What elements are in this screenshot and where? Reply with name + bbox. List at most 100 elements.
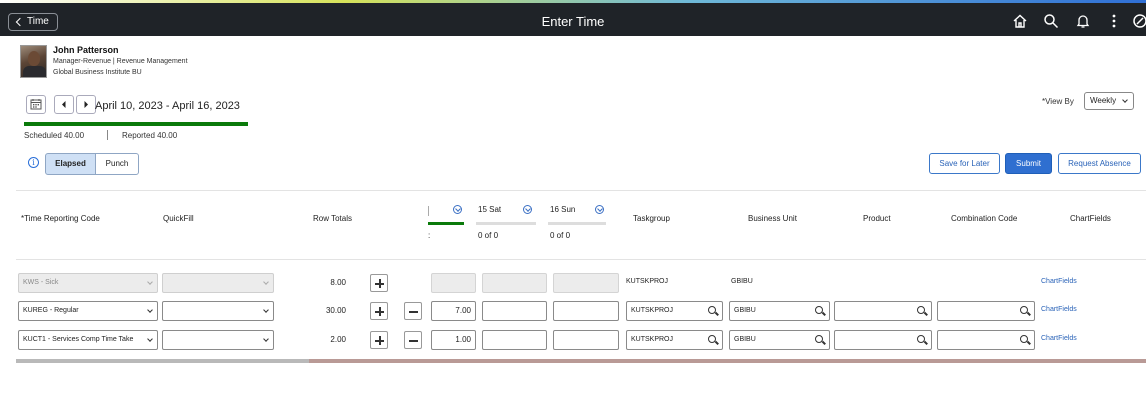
home-icon[interactable] <box>1012 13 1028 29</box>
divider <box>16 190 1146 191</box>
hours-input[interactable]: 1.00 <box>431 330 476 350</box>
business-unit-value: GBIBU <box>731 278 753 285</box>
column-header-quickfill: QuickFill <box>163 214 194 223</box>
column-header-combination-code: Combination Code <box>951 214 1018 223</box>
chevron-down-icon <box>1122 97 1128 103</box>
delete-row-button[interactable] <box>404 302 422 320</box>
day-column-edge <box>428 206 429 216</box>
taskgroup-value: KUTSKPROJ <box>631 307 674 314</box>
column-header-row-totals: Row Totals <box>313 214 352 223</box>
column-header-product: Product <box>863 214 891 223</box>
trc-value: KUCT1 - Services Comp Time Take <box>23 336 134 343</box>
business-unit-lookup[interactable]: GBIBU <box>729 330 830 350</box>
employee-role: Manager-Revenue | Revenue Management <box>53 58 188 65</box>
add-row-button[interactable] <box>370 302 388 320</box>
chartfields-link[interactable]: ChartFields <box>1041 278 1077 285</box>
day-progress <box>476 222 536 225</box>
hours-input[interactable] <box>553 330 619 350</box>
avatar <box>20 45 47 78</box>
chartfields-link[interactable]: ChartFields <box>1041 306 1077 313</box>
previous-period-button[interactable] <box>54 95 74 114</box>
chevron-down-icon <box>263 336 269 342</box>
hours-input <box>431 273 476 293</box>
combination-code-lookup[interactable] <box>937 330 1035 350</box>
search-icon[interactable] <box>1020 306 1028 314</box>
taskgroup-lookup[interactable]: KUTSKPROJ <box>626 330 723 350</box>
caret-left-icon <box>62 101 66 108</box>
hours-input[interactable]: 7.00 <box>431 301 476 321</box>
info-icon[interactable]: i <box>28 157 39 168</box>
chevron-down-icon <box>263 307 269 313</box>
search-icon[interactable] <box>917 335 925 343</box>
add-row-button[interactable] <box>370 331 388 349</box>
day-expand-icon[interactable] <box>523 205 532 214</box>
hours-input[interactable] <box>482 301 547 321</box>
day-header-sun: 16 Sun <box>550 205 576 214</box>
quickfill-select[interactable] <box>162 301 274 321</box>
search-icon[interactable] <box>1020 335 1028 343</box>
scrollbar-thumb[interactable] <box>16 359 309 363</box>
hours-input[interactable] <box>553 301 619 321</box>
avatar-body <box>23 66 46 77</box>
chevron-down-icon <box>147 336 153 342</box>
request-absence-button[interactable]: Request Absence <box>1058 153 1141 174</box>
trc-select[interactable]: KUREG - Regular <box>18 301 158 321</box>
chevron-down-icon <box>263 279 269 285</box>
calendar-button[interactable] <box>26 95 46 114</box>
trc-select[interactable]: KUCT1 - Services Comp Time Take <box>18 330 158 350</box>
app-header: Time Enter Time <box>0 3 1146 36</box>
search-icon[interactable] <box>815 306 823 314</box>
view-by-value: Weekly <box>1090 96 1117 105</box>
elapsed-toggle[interactable]: Elapsed <box>45 153 96 175</box>
submit-button[interactable]: Submit <box>1005 153 1052 174</box>
product-lookup[interactable] <box>834 330 932 350</box>
day-expand-icon[interactable] <box>453 205 462 214</box>
search-icon[interactable] <box>708 306 716 314</box>
day-header-sat: 15 Sat <box>478 205 502 214</box>
search-icon[interactable] <box>815 335 823 343</box>
add-row-button[interactable] <box>370 274 388 292</box>
save-for-later-button[interactable]: Save for Later <box>929 153 1000 174</box>
view-by-select[interactable]: Weekly <box>1084 92 1134 110</box>
taskgroup-lookup[interactable]: KUTSKPROJ <box>626 301 723 321</box>
bell-icon[interactable] <box>1075 13 1091 29</box>
next-period-button[interactable] <box>76 95 96 114</box>
divider <box>16 259 1146 260</box>
more-options-icon[interactable] <box>1106 13 1122 29</box>
product-lookup[interactable] <box>834 301 932 321</box>
hours-input[interactable] <box>482 330 547 350</box>
day-progress <box>428 222 464 225</box>
business-unit-lookup[interactable]: GBIBU <box>729 301 830 321</box>
combination-code-lookup[interactable] <box>937 301 1035 321</box>
reported-hours: Reported 40.00 <box>122 131 178 140</box>
employee-name: John Patterson <box>53 45 119 55</box>
day-sub-sun: 0 of 0 <box>550 231 571 240</box>
trc-select: KWS - Sick <box>18 273 158 293</box>
page-title: Enter Time <box>541 14 605 29</box>
taskgroup-value: KUTSKPROJ <box>631 336 674 343</box>
trc-value: KWS - Sick <box>23 279 59 286</box>
row-total: 2.00 <box>330 335 346 344</box>
navbar-icon[interactable] <box>1132 13 1146 29</box>
delete-row-button[interactable] <box>404 331 422 349</box>
hours-input <box>482 273 547 293</box>
date-range: April 10, 2023 - April 16, 2023 <box>95 100 240 112</box>
row-total: 30.00 <box>325 306 346 315</box>
row-total: 8.00 <box>330 278 346 287</box>
punch-toggle[interactable]: Punch <box>95 153 139 175</box>
search-icon[interactable] <box>708 335 716 343</box>
business-unit-value: GBIBU <box>734 307 756 314</box>
search-icon[interactable] <box>917 306 925 314</box>
avatar-face <box>28 51 40 66</box>
calendar-icon <box>30 99 42 110</box>
chartfields-link[interactable]: ChartFields <box>1041 335 1077 342</box>
search-icon[interactable] <box>1043 13 1059 29</box>
scheduled-hours: Scheduled 40.00 <box>24 131 85 140</box>
quickfill-select[interactable] <box>162 330 274 350</box>
quickfill-select <box>162 273 274 293</box>
day-expand-icon[interactable] <box>595 205 604 214</box>
column-header-chartfields: ChartFields <box>1070 214 1111 223</box>
column-header-taskgroup: Taskgroup <box>633 214 670 223</box>
trc-value: KUREG - Regular <box>23 307 79 314</box>
day-sub-sat: 0 of 0 <box>478 231 499 240</box>
